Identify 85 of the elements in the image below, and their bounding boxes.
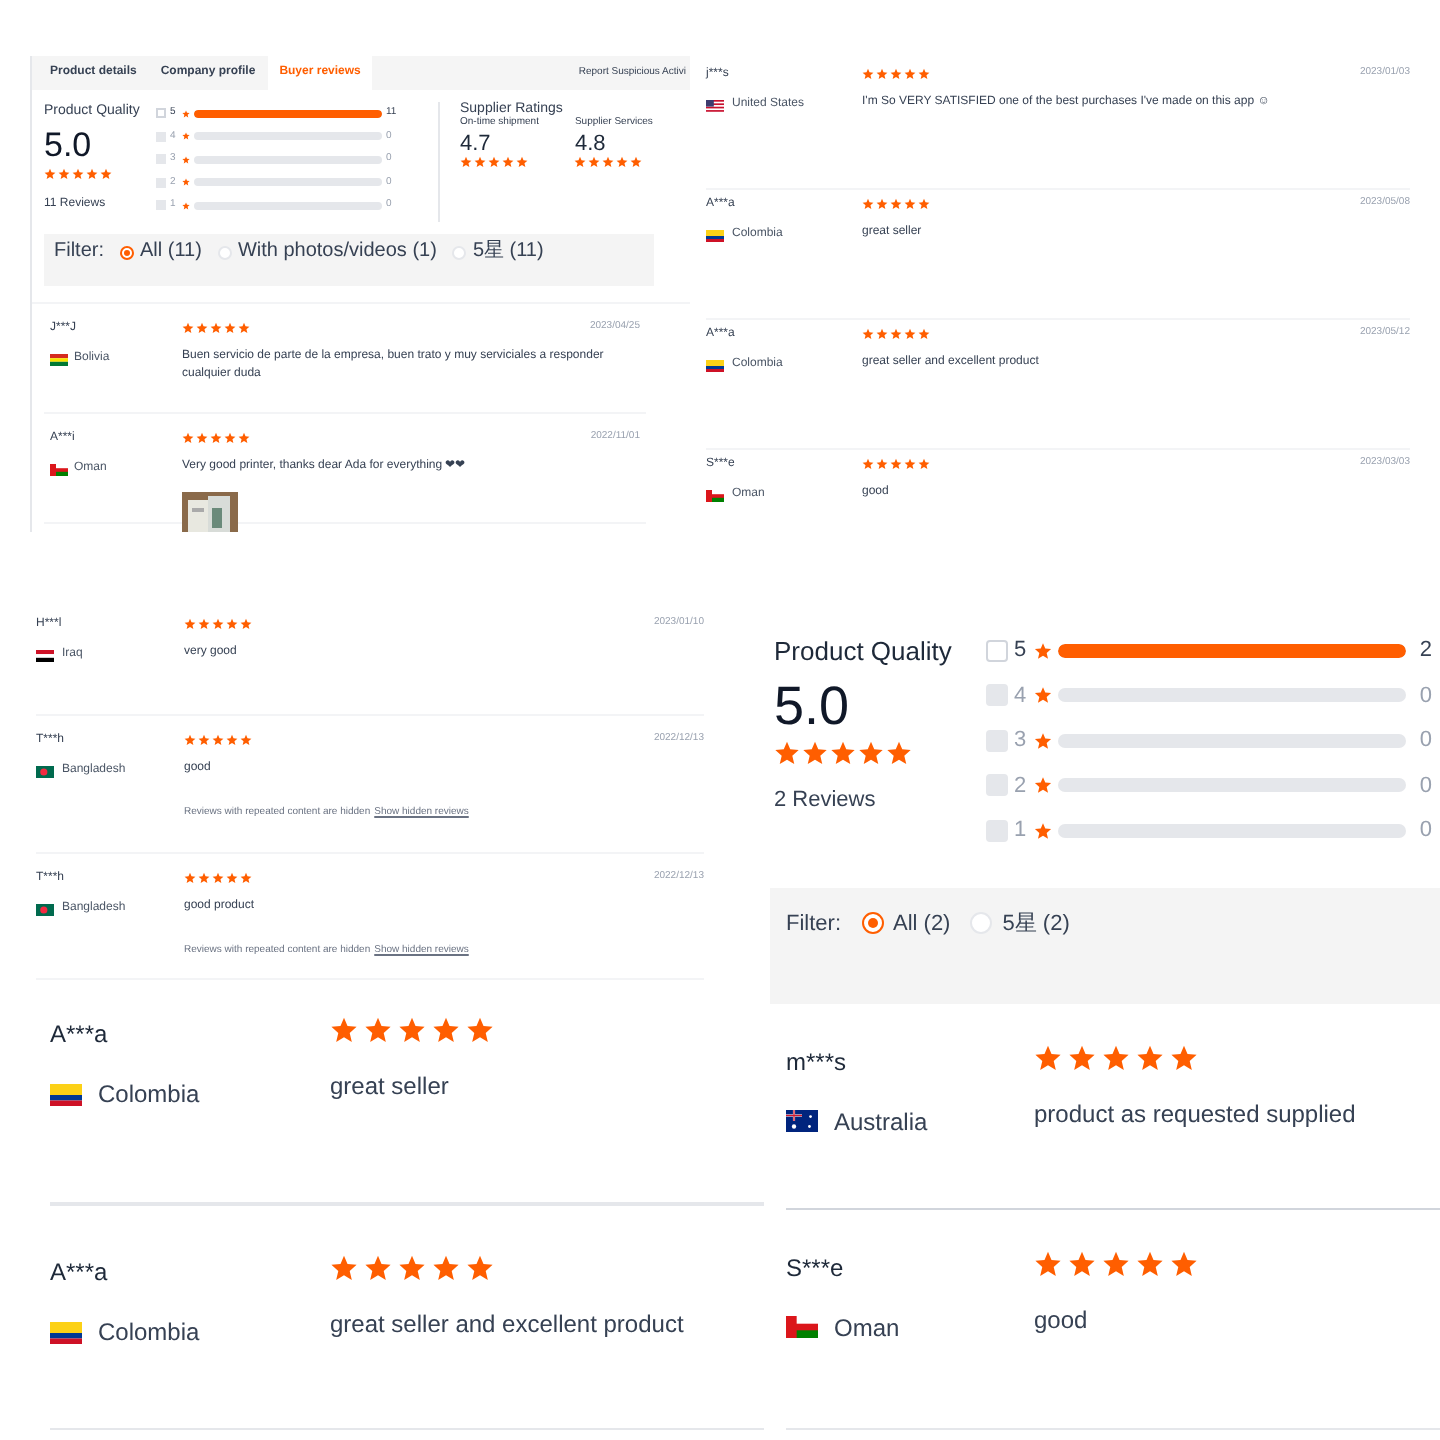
reviewer-name: m***s <box>786 1045 849 1079</box>
filter-label: Filter: <box>54 240 104 264</box>
country-name: Colombia <box>98 1078 200 1112</box>
filter-option[interactable]: With photos/videos (1) <box>217 240 437 264</box>
flag-icon <box>706 99 724 111</box>
flag-icon <box>36 903 54 915</box>
quality-score: 5.0 <box>44 123 94 167</box>
star-icon <box>858 739 884 765</box>
star-icon <box>1102 1249 1130 1277</box>
rating-count: 2 <box>1417 636 1432 666</box>
filter-option[interactable]: 5星 (11) <box>452 240 544 264</box>
star-icon <box>432 1016 460 1044</box>
star-icon <box>1034 821 1052 840</box>
star-icon <box>1170 1249 1198 1277</box>
flag-icon <box>50 463 68 475</box>
star-icon <box>182 155 190 164</box>
rating-score: 4.7 <box>460 131 493 155</box>
star-icon <box>330 1254 358 1282</box>
star-icon <box>1034 641 1052 660</box>
star-icon <box>182 201 190 210</box>
star-icon <box>1136 1249 1164 1277</box>
star-icon <box>1068 1249 1096 1277</box>
star-icon <box>466 1254 494 1282</box>
country-name: Oman <box>834 1311 900 1345</box>
flag-icon <box>36 649 54 661</box>
star-icon <box>1136 1043 1164 1071</box>
star-level-label: 4 <box>1014 681 1028 711</box>
flag-icon <box>50 353 68 365</box>
star-icon <box>802 739 828 765</box>
flag-icon <box>50 1083 82 1105</box>
star-icon <box>398 1016 426 1044</box>
flag-icon <box>706 229 724 241</box>
flag-icon <box>50 1321 82 1343</box>
rating-count: 0 <box>1417 726 1432 756</box>
reviews-count: 2 Reviews <box>774 785 878 815</box>
star-icon <box>1034 1249 1062 1277</box>
reviewer-name: A***a <box>50 1256 110 1290</box>
star-icon <box>1170 1043 1198 1071</box>
rating-count: 0 <box>1417 771 1432 801</box>
star-level-label: 3 <box>1014 726 1028 756</box>
flag-icon <box>706 489 724 501</box>
star-icon <box>886 739 912 765</box>
review-text: great seller <box>330 1070 451 1104</box>
star-level-label: 5 <box>1014 636 1028 666</box>
checkbox[interactable] <box>156 108 166 119</box>
star-icon <box>182 109 190 118</box>
country-name: Colombia <box>98 1316 200 1350</box>
country-name: Australia <box>834 1105 928 1139</box>
review-text: great seller and excellent product <box>330 1308 686 1342</box>
star-icon <box>1068 1043 1096 1071</box>
star-level-label: 2 <box>1014 771 1028 801</box>
star-icon <box>466 1016 494 1044</box>
reviewer-name: A***a <box>50 1018 110 1052</box>
rating-count: 0 <box>1417 816 1432 846</box>
product-quality-title: Product Quality <box>774 634 954 670</box>
star-icon <box>364 1254 392 1282</box>
star-icon <box>1034 1043 1062 1071</box>
star-icon <box>1102 1043 1130 1071</box>
star-level-label: 1 <box>1014 816 1028 846</box>
flag-icon <box>786 1316 818 1338</box>
flag-icon <box>706 359 724 371</box>
flag-icon <box>786 1110 818 1132</box>
star-icon <box>432 1254 460 1282</box>
star-icon <box>398 1254 426 1282</box>
filter-option[interactable]: 5星 (2) <box>970 907 1070 940</box>
star-icon <box>774 739 800 765</box>
star-icon <box>1034 686 1052 705</box>
reviewer-name: S***e <box>786 1251 846 1285</box>
star-icon <box>830 739 856 765</box>
filter-option[interactable]: All (2) <box>861 907 951 940</box>
star-icon <box>182 132 190 141</box>
star-icon <box>182 178 190 187</box>
rating-score: 4.8 <box>574 131 608 155</box>
checkbox[interactable] <box>986 639 1008 662</box>
review-text: good <box>1034 1303 1090 1337</box>
star-icon <box>364 1016 392 1044</box>
review-text: product as requested supplied <box>1034 1097 1358 1131</box>
flag-icon <box>36 765 54 777</box>
star-icon <box>1034 731 1052 750</box>
filter-label: Filter: <box>786 909 841 939</box>
rating-count: 0 <box>1417 681 1432 711</box>
star-icon <box>1034 776 1052 795</box>
star-icon <box>330 1016 358 1044</box>
filter-option[interactable]: All (11) <box>120 240 202 264</box>
quality-score: 5.0 <box>774 673 852 739</box>
